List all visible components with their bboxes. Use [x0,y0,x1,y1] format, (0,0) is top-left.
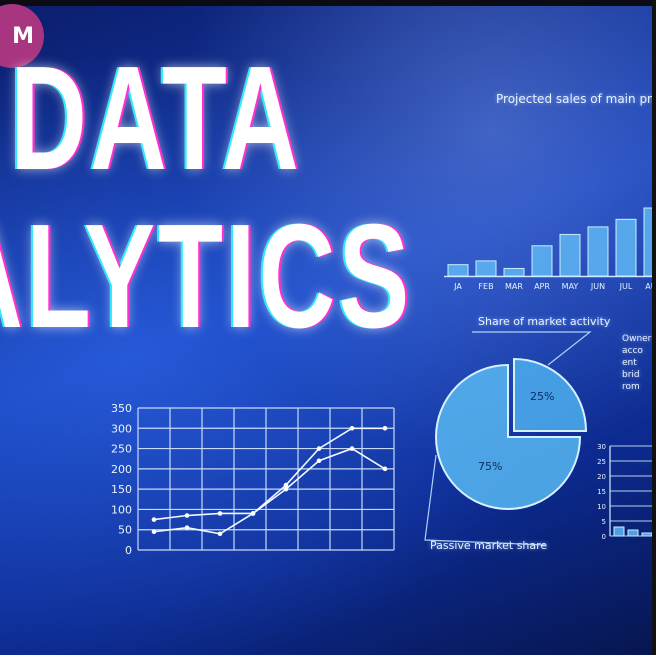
mini-bar-chart: 30 25 20 15 10 5 0 [597,443,656,541]
hero-image: M DATA ALYTICS Projected sales of main p… [0,0,656,655]
mini-y-tick: 10 [597,503,606,511]
mini-y-tick: 15 [597,488,606,496]
mini-y-tick: 30 [597,443,606,451]
mini-y-tick: 5 [602,518,606,526]
mini-y-tick: 20 [597,473,606,481]
right-border [652,0,656,655]
mini-bar-0 [613,526,625,537]
mini-y-tick: 0 [602,533,606,541]
mini-bar-1 [627,529,639,537]
mini-bar-2 [641,532,653,537]
mini-y-tick: 25 [597,458,606,466]
